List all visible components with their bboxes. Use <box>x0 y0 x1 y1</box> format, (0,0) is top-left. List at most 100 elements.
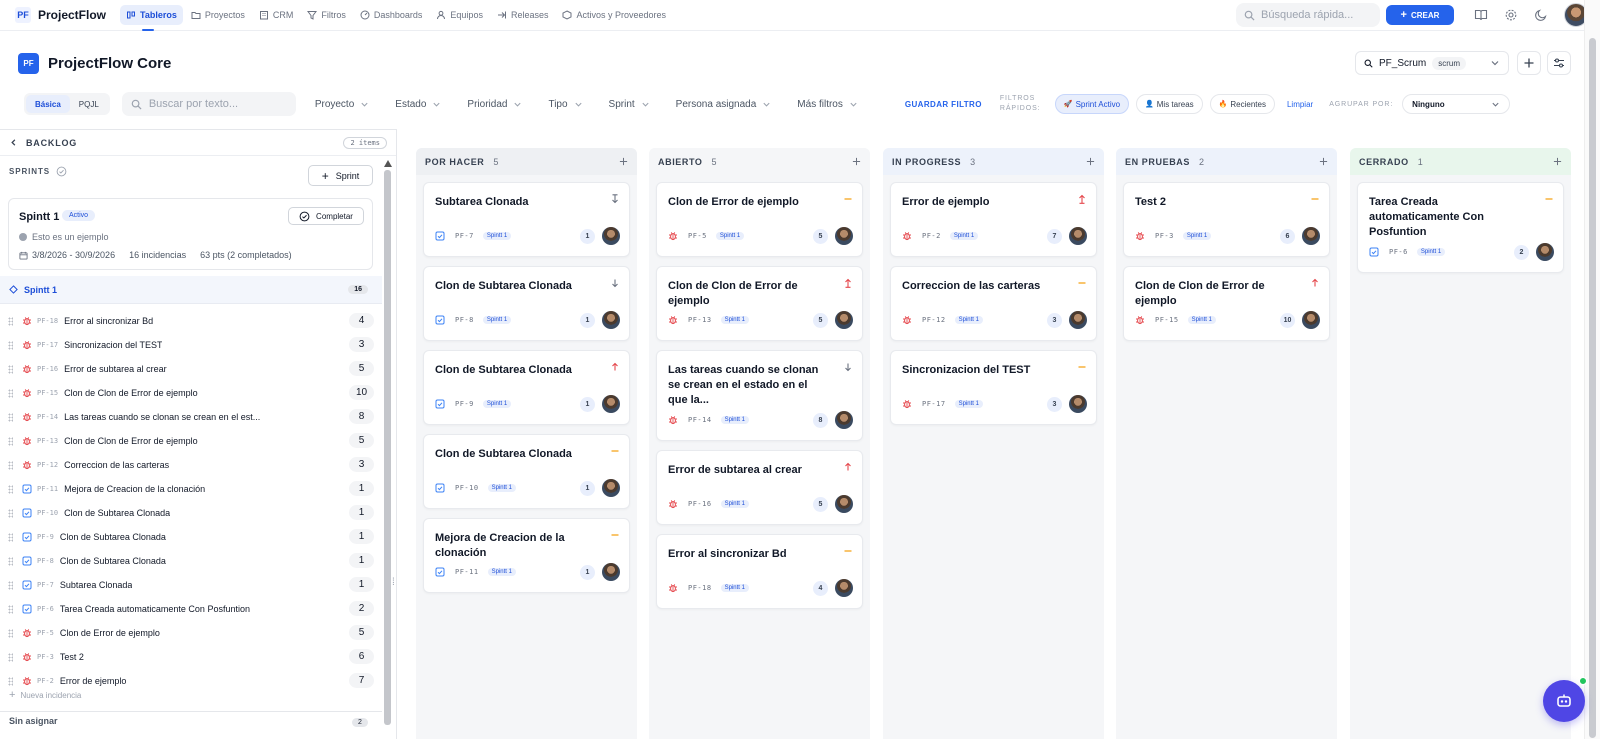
filter-mode-0[interactable]: Básica <box>26 95 70 113</box>
filter-dropdown[interactable]: Tipo <box>535 99 595 110</box>
unassigned-section[interactable]: Sin asignar 2 <box>0 711 382 739</box>
plus-icon[interactable] <box>1086 157 1095 166</box>
quick-filter-chip[interactable]: 🚀 Sprint Activo <box>1054 94 1130 114</box>
create-button[interactable]: + CREAR <box>1386 5 1454 25</box>
drag-handle-icon[interactable] <box>8 340 13 350</box>
plus-icon[interactable] <box>1553 157 1562 166</box>
assignee-avatar[interactable] <box>1069 227 1087 245</box>
nav-releases[interactable]: Releases <box>491 5 555 25</box>
nav-proyectos[interactable]: Proyectos <box>185 5 251 25</box>
filter-dropdown[interactable]: Persona asignada <box>663 99 785 110</box>
board-settings-button[interactable] <box>1547 51 1571 75</box>
list-item[interactable]: PF-17 Sincronizacion del TEST 3 <box>0 333 382 357</box>
add-sprint-button[interactable]: + Sprint <box>308 165 373 186</box>
issue-card[interactable]: Clon de Error de ejemplo PF-5 Spintt 1 5 <box>656 182 863 257</box>
issue-card[interactable]: Clon de Subtarea Clonada PF-10 Spintt 1 1 <box>423 434 630 509</box>
assignee-avatar[interactable] <box>1069 395 1087 413</box>
assignee-avatar[interactable] <box>602 227 620 245</box>
complete-sprint-button[interactable]: Completar <box>288 207 364 225</box>
plus-icon[interactable] <box>619 157 628 166</box>
drag-handle-icon[interactable] <box>8 532 13 542</box>
issue-card[interactable]: Mejora de Creacion de la clonación PF-11 S… <box>423 518 630 593</box>
list-item[interactable]: PF-16 Error de subtarea al crear 5 <box>0 357 382 381</box>
assignee-avatar[interactable] <box>1302 227 1320 245</box>
assignee-avatar[interactable] <box>602 479 620 497</box>
chevron-left-icon[interactable] <box>9 138 18 147</box>
clear-filters-link[interactable]: Limpiar <box>1287 100 1313 109</box>
text-search-input[interactable]: Buscar por texto... <box>121 92 296 116</box>
plus-icon[interactable] <box>852 157 861 166</box>
issue-card[interactable]: Clon de Clon de Error de ejemplo PF-13 Spi… <box>656 266 863 341</box>
drag-handle-icon[interactable] <box>8 364 13 374</box>
drag-handle-icon[interactable] <box>8 460 13 470</box>
quick-search-input[interactable]: Búsqueda rápida... <box>1236 3 1380 27</box>
drag-handle-icon[interactable] <box>8 484 13 494</box>
backlog-scrollbar[interactable] <box>383 160 393 740</box>
drag-handle-icon[interactable] <box>8 580 13 590</box>
issue-card[interactable]: Correccion de las carteras PF-12 Spintt 1 3 <box>890 266 1097 341</box>
list-item[interactable]: PF-8 Clon de Subtarea Clonada 1 <box>0 549 382 573</box>
quick-filter-chip[interactable]: 🔥 Recientes <box>1209 94 1275 114</box>
filter-dropdown[interactable]: Sprint <box>596 99 663 110</box>
filter-dropdown[interactable]: Más filtros <box>784 99 871 110</box>
nav-equipos[interactable]: Equipos <box>430 5 489 25</box>
assignee-avatar[interactable] <box>835 579 853 597</box>
panel-resize-handle[interactable]: ⁞ <box>392 577 394 588</box>
add-board-button[interactable] <box>1517 51 1541 75</box>
list-item[interactable]: PF-6 Tarea Creada automaticamente Con Pos… <box>0 597 382 621</box>
list-item[interactable]: PF-14 Las tareas cuando se clonan se crea… <box>0 405 382 429</box>
book-icon[interactable] <box>1474 8 1488 22</box>
nav-filtros[interactable]: Filtros <box>301 5 352 25</box>
assignee-avatar[interactable] <box>602 563 620 581</box>
new-issue-link[interactable]: + Nueva incidencia <box>9 689 81 701</box>
page-scrollbar[interactable] <box>1584 0 1600 739</box>
backlog-scrollbar-thumb[interactable] <box>384 170 391 725</box>
filter-dropdown[interactable]: Estado <box>382 99 454 110</box>
drag-handle-icon[interactable] <box>8 652 13 662</box>
board-selector[interactable]: PF_Scrum scrum <box>1355 51 1509 75</box>
list-item[interactable]: PF-7 Subtarea Clonada 1 <box>0 573 382 597</box>
save-filter-button[interactable]: GUARDAR FILTRO <box>905 100 982 109</box>
assignee-avatar[interactable] <box>1069 311 1087 329</box>
list-item[interactable]: PF-10 Clon de Subtarea Clonada 1 <box>0 501 382 525</box>
filter-dropdown[interactable]: Proyecto <box>302 99 382 110</box>
assignee-avatar[interactable] <box>835 411 853 429</box>
list-item[interactable]: PF-12 Correccion de las carteras 3 <box>0 453 382 477</box>
issue-card[interactable]: Error de subtarea al crear PF-16 Spintt 1 5 <box>656 450 863 525</box>
quick-filter-chip[interactable]: 👤 Mis tareas <box>1136 94 1203 114</box>
drag-handle-icon[interactable] <box>8 556 13 566</box>
group-by-select[interactable]: Ninguno <box>1402 94 1511 114</box>
drag-handle-icon[interactable] <box>8 676 13 686</box>
assignee-avatar[interactable] <box>1302 311 1320 329</box>
drag-handle-icon[interactable] <box>8 508 13 518</box>
issue-card[interactable]: Clon de Subtarea Clonada PF-9 Spintt 1 1 <box>423 350 630 425</box>
check-circle-icon[interactable] <box>56 166 67 177</box>
assignee-avatar[interactable] <box>1536 243 1554 261</box>
issue-card[interactable]: Test 2 PF-3 Spintt 1 6 <box>1123 182 1330 257</box>
drag-handle-icon[interactable] <box>8 388 13 398</box>
moon-icon[interactable] <box>1534 8 1548 22</box>
list-item[interactable]: PF-9 Clon de Subtarea Clonada 1 <box>0 525 382 549</box>
gear-icon[interactable] <box>1504 8 1518 22</box>
assignee-avatar[interactable] <box>835 311 853 329</box>
issue-card[interactable]: Tarea Creada automaticamente Con Posfunt… <box>1357 182 1564 273</box>
nav-activos-y-proveedores[interactable]: Activos y Proveedores <box>556 5 672 25</box>
issue-card[interactable]: Clon de Subtarea Clonada PF-8 Spintt 1 1 <box>423 266 630 341</box>
assignee-avatar[interactable] <box>835 495 853 513</box>
list-item[interactable]: PF-13 Clon de Clon de Error de ejemplo 5 <box>0 429 382 453</box>
sprint-group-header[interactable]: Spintt 1 16 <box>0 276 382 304</box>
app-logo[interactable]: PF ProjectFlow <box>15 7 106 23</box>
list-item[interactable]: PF-18 Error al sincronizar Bd 4 <box>0 309 382 333</box>
nav-tableros[interactable]: Tableros <box>120 5 183 31</box>
list-item[interactable]: PF-15 Clon de Clon de Error de ejemplo 10 <box>0 381 382 405</box>
scroll-up-arrow[interactable] <box>384 160 392 167</box>
filter-mode-1[interactable]: PQJL <box>70 95 108 113</box>
assignee-avatar[interactable] <box>835 227 853 245</box>
drag-handle-icon[interactable] <box>8 412 13 422</box>
nav-dashboards[interactable]: Dashboards <box>354 5 429 25</box>
page-scrollbar-thumb[interactable] <box>1589 38 1596 738</box>
drag-handle-icon[interactable] <box>8 628 13 638</box>
list-item[interactable]: PF-5 Clon de Error de ejemplo 5 <box>0 621 382 645</box>
nav-crm[interactable]: CRM <box>253 5 300 25</box>
filter-dropdown[interactable]: Prioridad <box>454 99 535 110</box>
